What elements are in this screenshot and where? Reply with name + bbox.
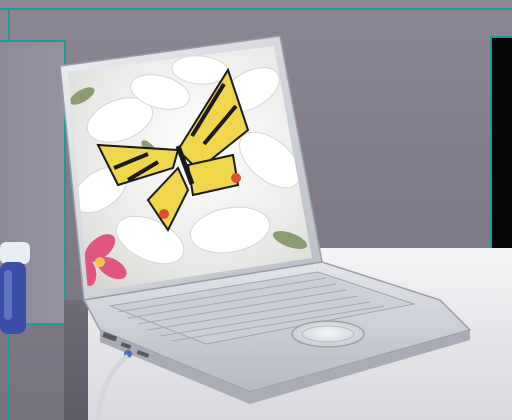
product-photo: [0, 0, 512, 420]
cable: [95, 354, 130, 420]
laptop-illustration: [59, 35, 472, 420]
round-touchpad: [291, 320, 365, 348]
